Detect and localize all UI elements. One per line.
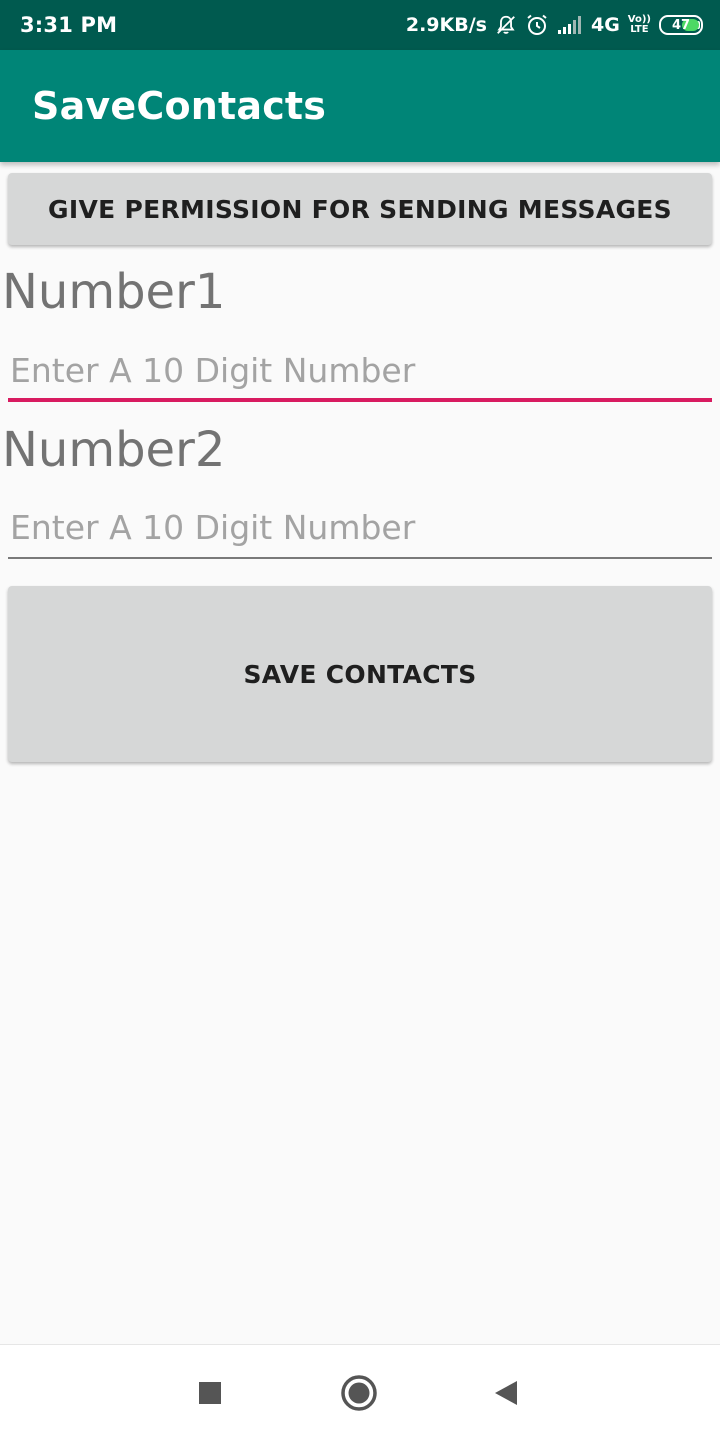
back-button[interactable] xyxy=(458,1345,554,1440)
navigation-bar xyxy=(0,1344,720,1440)
status-icons: 2.9KB/s 4G Vo)) LTE 47 xyxy=(405,13,703,37)
signal-icon xyxy=(557,15,583,35)
battery-level: 47 xyxy=(671,17,691,33)
status-time: 3:31 PM xyxy=(20,13,118,37)
notifications-muted-icon xyxy=(495,14,517,36)
back-icon xyxy=(495,1381,517,1405)
battery-icon: 47 xyxy=(659,15,703,35)
battery-body: 47 xyxy=(659,15,703,35)
recent-apps-button[interactable] xyxy=(162,1345,258,1440)
network-type: 4G xyxy=(590,14,620,36)
volte-bottom-text: LTE xyxy=(630,24,649,35)
give-permission-button[interactable]: GIVE PERMISSION FOR SENDING MESSAGES xyxy=(8,173,712,245)
number2-label: Number2 xyxy=(2,422,226,478)
number1-field-container xyxy=(8,342,712,402)
home-icon xyxy=(341,1375,377,1411)
home-button[interactable] xyxy=(311,1345,407,1440)
app-bar: SaveContacts xyxy=(0,50,720,162)
number1-underline xyxy=(8,398,712,402)
number2-input[interactable] xyxy=(8,499,712,555)
status-bar: 3:31 PM 2.9KB/s 4G Vo)) LTE 47 xyxy=(0,0,720,50)
app-screen: 3:31 PM 2.9KB/s 4G Vo)) LTE 47 SaveConta… xyxy=(0,0,720,1440)
number1-input[interactable] xyxy=(8,342,712,398)
recent-apps-icon xyxy=(199,1382,221,1404)
network-speed: 2.9KB/s xyxy=(405,14,487,36)
save-contacts-button[interactable]: SAVE CONTACTS xyxy=(8,586,712,762)
volte-icon: Vo)) LTE xyxy=(628,15,651,35)
app-title: SaveContacts xyxy=(32,84,327,128)
number2-underline xyxy=(8,557,712,559)
number2-field-container xyxy=(8,499,712,559)
alarm-icon xyxy=(525,13,549,37)
number1-label: Number1 xyxy=(2,264,226,320)
